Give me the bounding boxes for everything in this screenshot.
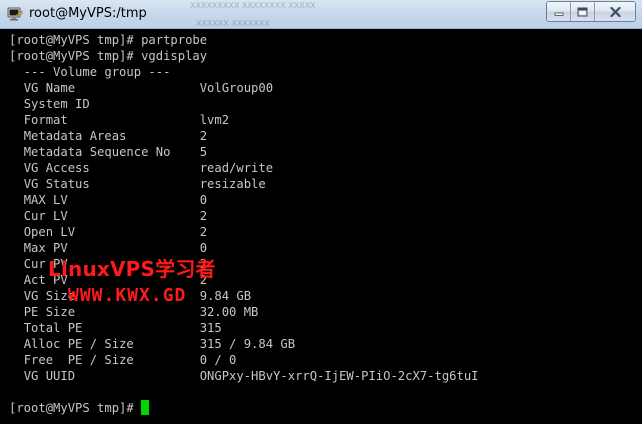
vg-key: Max PV	[23, 241, 68, 255]
vg-value: 2	[199, 225, 208, 239]
vg-value: VolGroup00	[199, 81, 274, 95]
vg-key: VG Access	[23, 161, 90, 175]
vg-value: 2	[199, 273, 208, 287]
vg-row: VG Name VolGroup00	[9, 80, 479, 96]
shell-prompt: [root@MyVPS tmp]#	[9, 401, 142, 415]
vg-value: 0	[199, 193, 208, 207]
vg-row: System ID	[9, 96, 479, 112]
vg-key: Total PE	[23, 321, 83, 335]
vg-key: Cur LV	[23, 209, 68, 223]
vg-row: Total PE 315	[9, 320, 479, 336]
vg-key: Cur PV	[23, 257, 68, 271]
vg-row: VG Status resizable	[9, 176, 479, 192]
minimize-button[interactable]	[547, 2, 571, 21]
close-button[interactable]	[595, 2, 635, 21]
vg-row: PE Size 32.00 MB	[9, 304, 479, 320]
vg-value: 2	[199, 209, 208, 223]
vg-row: Act PV 2	[9, 272, 479, 288]
title-bar[interactable]: root@MyVPS:/tmp XXXXXXXXX XXXXXXXX XXXXX…	[0, 0, 642, 29]
vg-key: Metadata Sequence No	[23, 145, 171, 159]
vg-key: VG Status	[23, 177, 90, 191]
vg-key: VG Size	[23, 289, 76, 303]
vg-value: ONGPxy-HBvY-xrrQ-IjEW-PIiO-2cX7-tg6tuI	[199, 369, 479, 383]
minimize-icon	[554, 12, 563, 16]
maximize-icon	[577, 7, 588, 16]
vg-key: VG UUID	[23, 369, 76, 383]
background-window-text: XXXXXXXXX XXXXXXXX XXXXX XXXXXX XXXXXXX	[190, 0, 340, 29]
window-controls	[546, 1, 636, 22]
prompt-line[interactable]: [root@MyVPS tmp]#	[9, 400, 479, 416]
vg-value: resizable	[199, 177, 266, 191]
vg-value: read/write	[199, 161, 274, 175]
vg-row: Max PV 0	[9, 240, 479, 256]
vg-row: Metadata Sequence No 5	[9, 144, 479, 160]
vg-row: VG UUID ONGPxy-HBvY-xrrQ-IjEW-PIiO-2cX7-t…	[9, 368, 479, 384]
vg-value: lvm2	[199, 113, 230, 127]
vg-key: System ID	[23, 97, 90, 111]
vg-row: Alloc PE / Size 315 / 9.84 GB	[9, 336, 479, 352]
vg-key: MAX LV	[23, 193, 68, 207]
vg-value: 0	[199, 241, 208, 255]
close-icon	[609, 6, 621, 17]
vg-value: 0 / 0	[199, 353, 237, 367]
terminal-line: [root@MyVPS tmp]# vgdisplay	[9, 49, 208, 63]
vg-row: VG Access read/write	[9, 160, 479, 176]
vg-key: Open LV	[23, 225, 76, 239]
terminal-app-icon[interactable]	[7, 6, 23, 22]
text-cursor	[141, 400, 150, 415]
vg-row: Free PE / Size 0 / 0	[9, 352, 479, 368]
vg-row: Cur LV 2	[9, 208, 479, 224]
vg-value: 315 / 9.84 GB	[199, 337, 296, 351]
vg-row: Metadata Areas 2	[9, 128, 479, 144]
vg-key: Format	[23, 113, 68, 127]
maximize-button[interactable]	[571, 2, 595, 21]
vg-value: 2	[199, 257, 208, 271]
vg-key: Alloc PE / Size	[23, 337, 134, 351]
terminal-output: [root@MyVPS tmp]# partprobe [root@MyVPS …	[9, 32, 479, 416]
vg-key: Act PV	[23, 273, 68, 287]
terminal-area[interactable]: [root@MyVPS tmp]# partprobe [root@MyVPS …	[0, 29, 642, 424]
vg-key: Free PE / Size	[23, 353, 134, 367]
vg-row: MAX LV 0	[9, 192, 479, 208]
vg-value: 9.84 GB	[199, 289, 252, 303]
vg-row: Cur PV 2	[9, 256, 479, 272]
putty-window: root@MyVPS:/tmp XXXXXXXXX XXXXXXXX XXXXX…	[0, 0, 642, 424]
vg-value: 32.00 MB	[199, 305, 259, 319]
vg-value: 315	[199, 321, 222, 335]
vg-row: VG Size 9.84 GB	[9, 288, 479, 304]
vg-key: VG Name	[23, 81, 76, 95]
vg-key: Metadata Areas	[23, 129, 127, 143]
vg-value: 5	[199, 145, 208, 159]
background-text-line: XXXXXXXXX XXXXXXXX XXXXX	[190, 1, 316, 10]
vg-row: Open LV 2	[9, 224, 479, 240]
vg-value: 2	[199, 129, 208, 143]
background-text-line: XXXXXX XXXXXXX	[196, 19, 270, 28]
vg-key: PE Size	[23, 305, 76, 319]
terminal-line: [root@MyVPS tmp]# partprobe	[9, 33, 208, 47]
vg-row: Format lvm2	[9, 112, 479, 128]
window-title: root@MyVPS:/tmp	[29, 6, 147, 21]
terminal-line: --- Volume group ---	[9, 65, 171, 79]
